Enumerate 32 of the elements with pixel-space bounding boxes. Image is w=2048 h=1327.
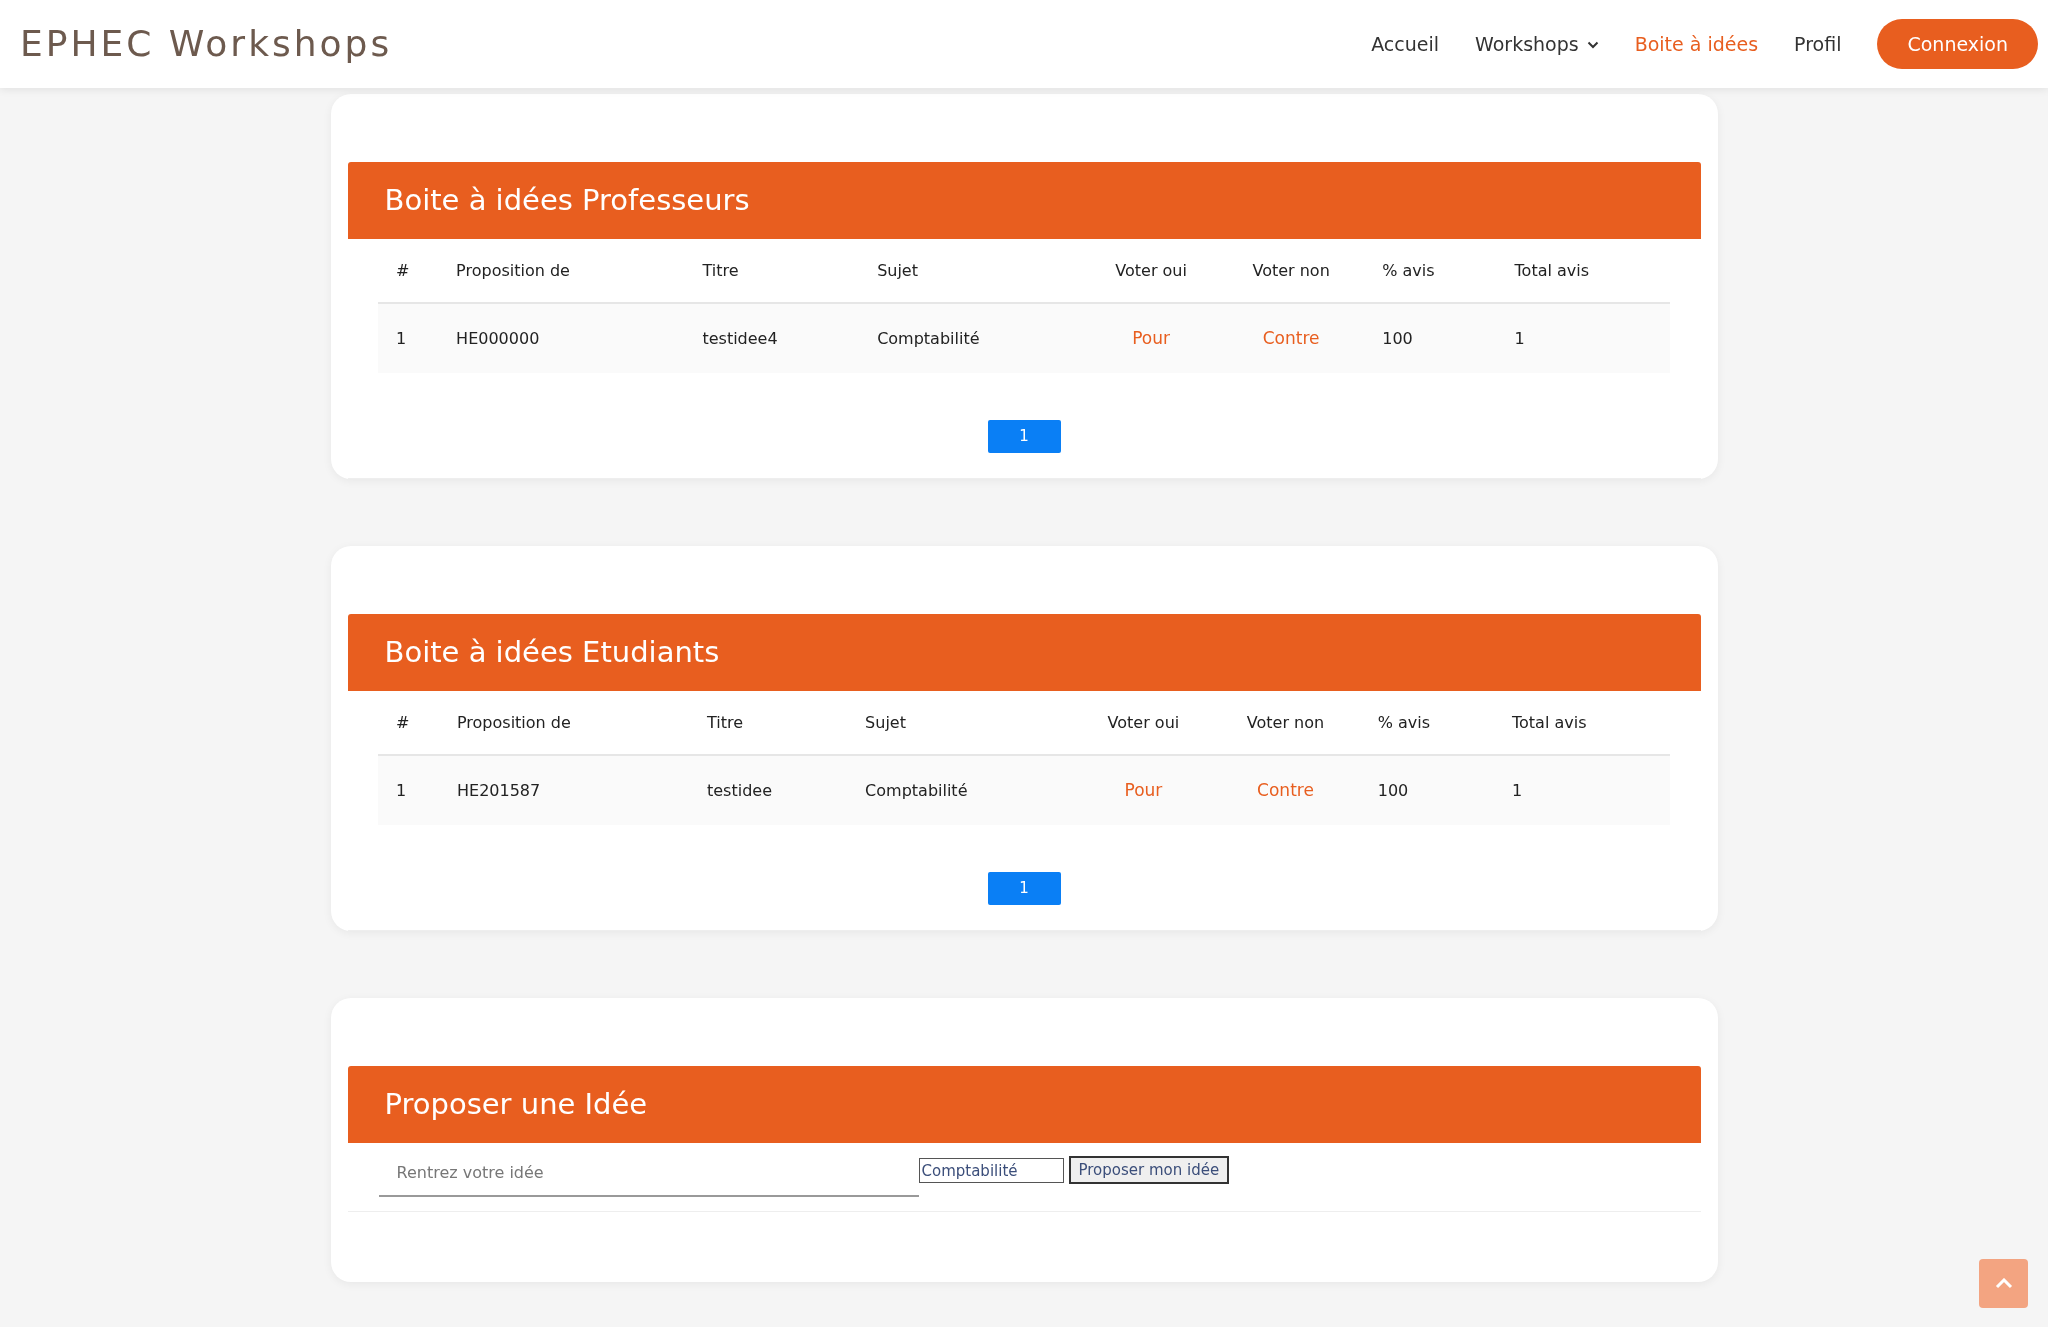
table-cell: HE201587 xyxy=(439,755,689,825)
table-cell: 1 xyxy=(1494,755,1670,825)
submit-button[interactable]: Proposer mon idée xyxy=(1068,1156,1230,1184)
chevron-up-icon xyxy=(1994,1278,2013,1289)
table-cell: 100 xyxy=(1359,755,1494,825)
login-button[interactable]: Connexion xyxy=(1877,18,2038,70)
section-header: Boite à idées Professeurs xyxy=(347,162,1701,239)
table-cell: 100 xyxy=(1364,303,1497,373)
table-cell: 1 xyxy=(378,303,439,373)
page-button[interactable]: 1 xyxy=(987,872,1061,905)
back-to-top-button[interactable] xyxy=(1979,1259,2028,1308)
section-header: Proposer une Idée xyxy=(347,1066,1701,1143)
page-button[interactable]: 1 xyxy=(987,420,1061,453)
vote-for-link[interactable]: Pour xyxy=(1132,327,1170,348)
site-logo[interactable]: EPHEC Workshops xyxy=(20,17,393,71)
table-cell: HE000000 xyxy=(438,303,685,373)
dropdown-menu-link[interactable]: Workshops xyxy=(1475,29,1599,59)
table-cell: 1 xyxy=(1496,303,1670,373)
table-cell: 1 xyxy=(378,755,439,825)
nav-link[interactable]: Accueil xyxy=(1371,29,1439,59)
table-cell: testidee4 xyxy=(684,303,860,373)
table-cell: Comptabilité xyxy=(859,303,1085,373)
nav-link[interactable]: Boite à idées xyxy=(1634,29,1759,59)
table-cell: testidee xyxy=(689,755,848,825)
vote-against-link[interactable]: Contre xyxy=(1262,327,1320,348)
chevron-down-icon xyxy=(1586,41,1599,50)
vote-against-link[interactable]: Contre xyxy=(1257,779,1314,800)
vote-for-link[interactable]: Pour xyxy=(1124,779,1163,800)
subject-field[interactable]: Comptabilité xyxy=(918,1158,1064,1183)
section-header: Boite à idées Etudiants xyxy=(347,614,1701,691)
nav-link[interactable]: Profil xyxy=(1794,29,1842,59)
table-cell: Comptabilité xyxy=(847,755,1076,825)
